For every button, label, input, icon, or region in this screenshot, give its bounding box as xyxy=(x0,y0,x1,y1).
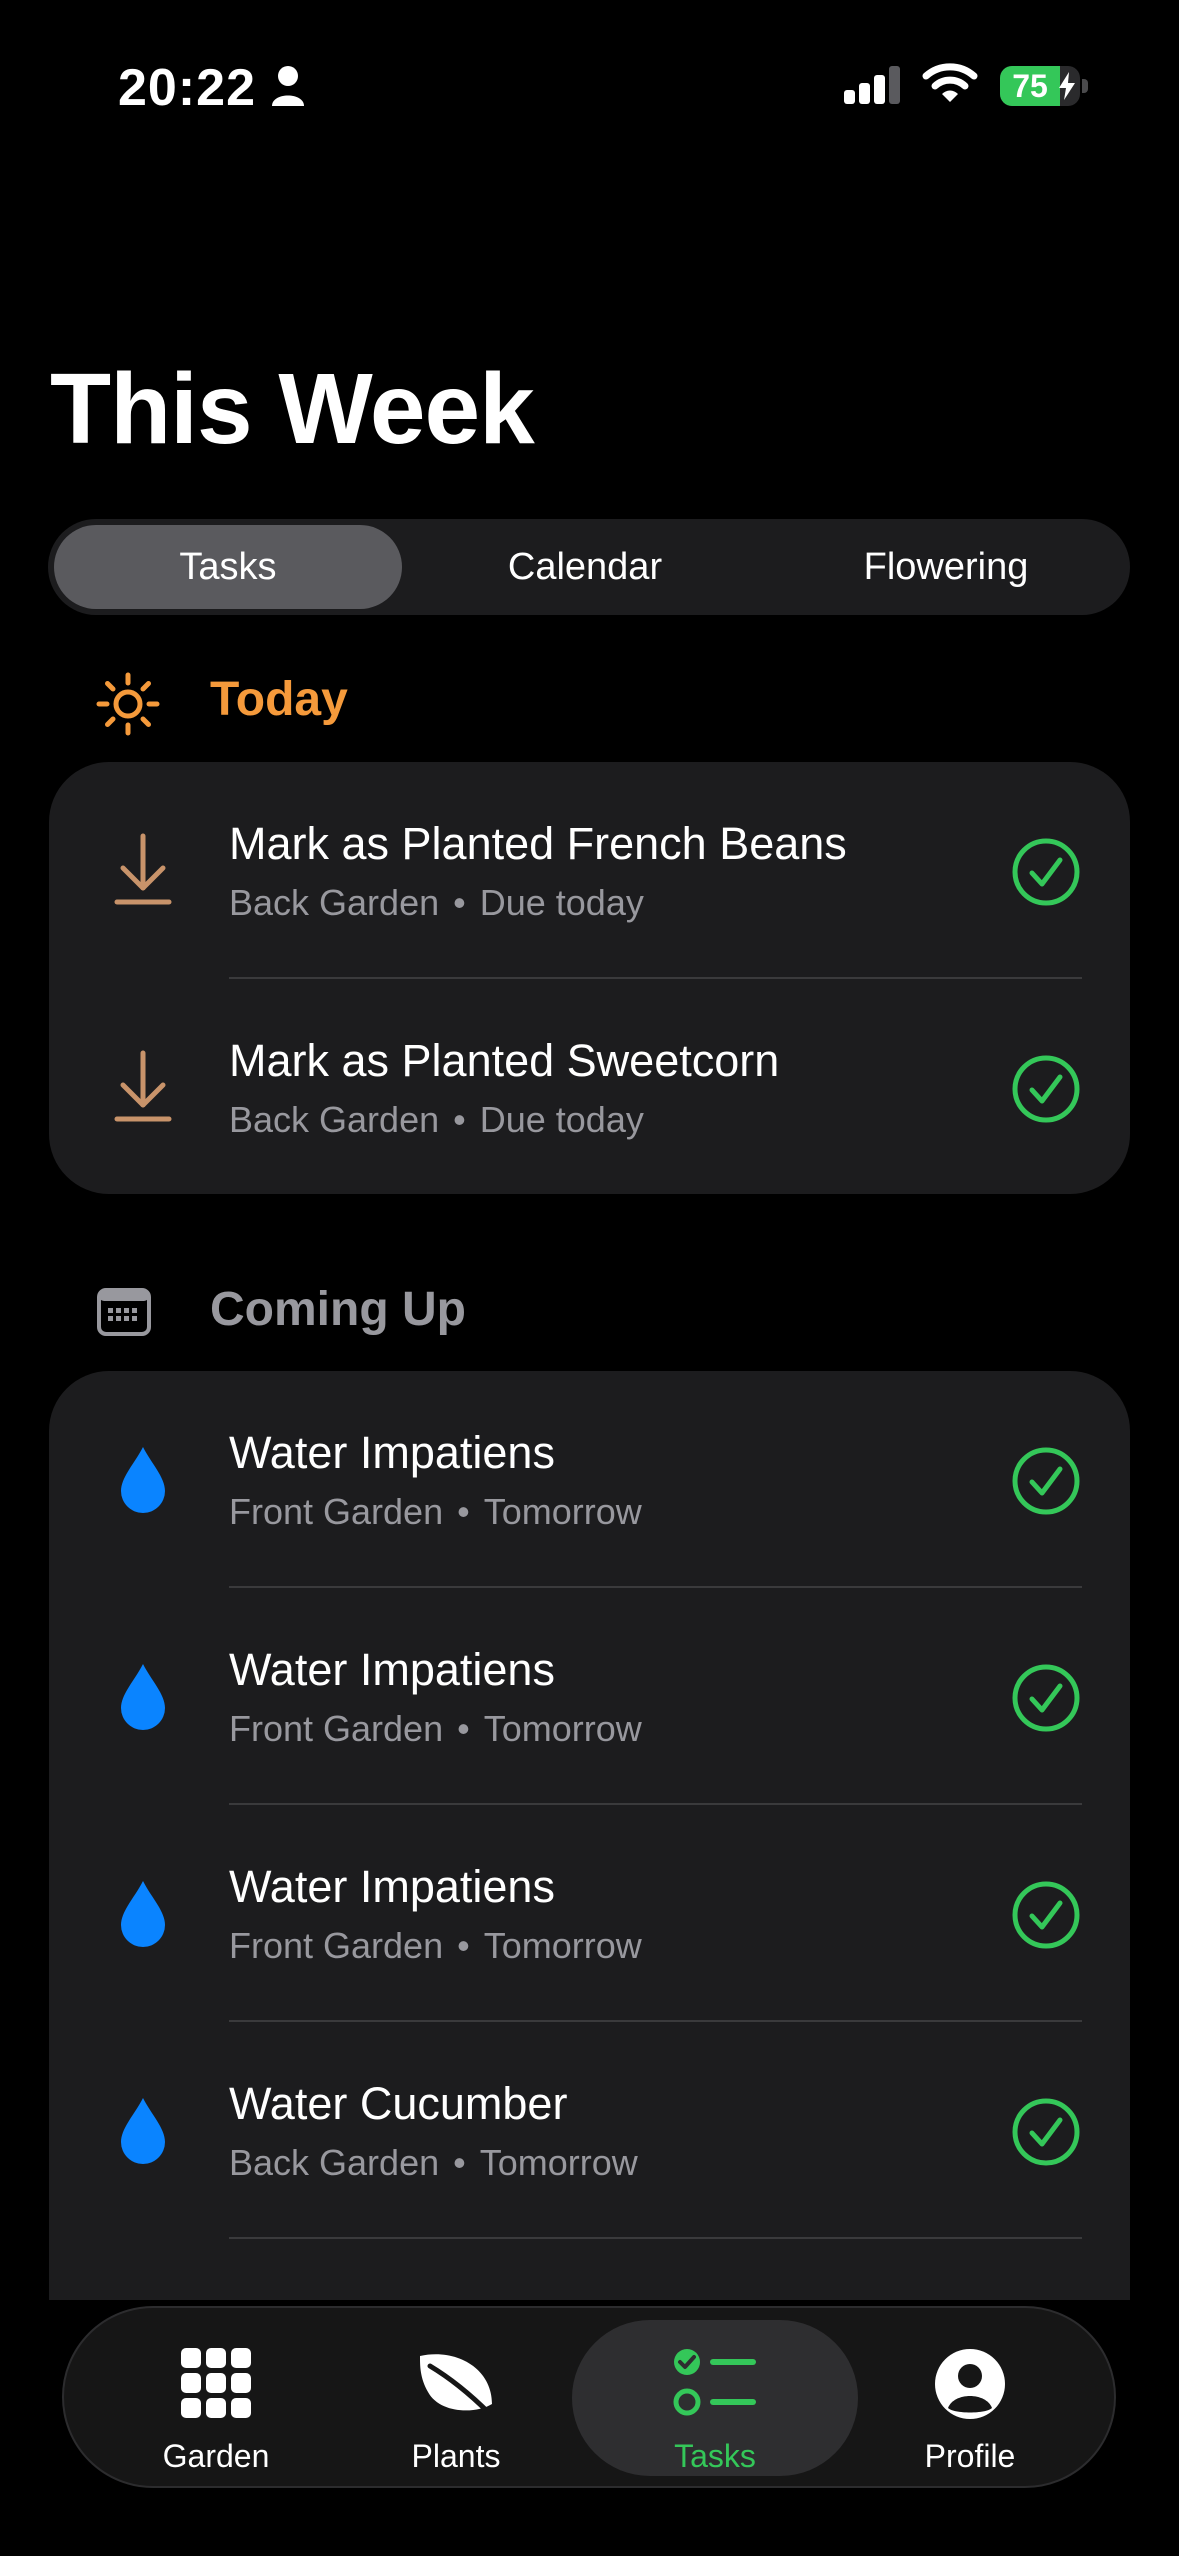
task-due: Tomorrow xyxy=(483,1491,642,1532)
task-title: Water Impatiens xyxy=(229,1427,555,1478)
tab-label: Profile xyxy=(924,2438,1016,2474)
status-bar: 20:22 75 xyxy=(0,0,1179,170)
tab-label: Tasks xyxy=(674,2438,756,2474)
tab-profile[interactable]: Profile xyxy=(850,2320,1090,2476)
segment-calendar[interactable]: Calendar xyxy=(408,525,762,609)
task-location: Back Garden xyxy=(229,882,440,923)
task-title: Water Impatiens xyxy=(229,1861,555,1912)
task-subtitle: Back Garden • Tomorrow xyxy=(229,2142,638,2184)
complete-check-button[interactable] xyxy=(1012,1055,1080,1123)
task-row[interactable]: Water Impatiens Front Garden • Tomorrow xyxy=(49,1805,1130,2022)
task-row[interactable]: Mark as Planted French Beans Back Garden… xyxy=(49,762,1130,979)
battery-percent: 75 xyxy=(1012,68,1048,104)
section-title-coming-up: Coming Up xyxy=(210,1283,466,1336)
separator-dot: • xyxy=(457,1708,470,1749)
wifi-icon xyxy=(922,63,978,102)
task-title: Water Impatiens xyxy=(229,1644,555,1695)
task-location: Front Garden xyxy=(229,1708,444,1749)
task-subtitle: Front Garden • Tomorrow xyxy=(229,1925,642,1967)
task-row[interactable]: Water Cucumber Back Garden • Tomorrow xyxy=(49,2022,1130,2239)
separator-dot: • xyxy=(457,1925,470,1966)
today-tasks-card: Mark as Planted French Beans Back Garden… xyxy=(49,762,1130,1194)
separator-dot: • xyxy=(453,1099,466,1140)
tab-tasks[interactable]: Tasks xyxy=(572,2320,858,2476)
complete-check-button[interactable] xyxy=(1012,1447,1080,1515)
task-due: Due today xyxy=(479,882,644,923)
task-due: Tomorrow xyxy=(483,1925,642,1966)
water-drop-icon xyxy=(121,1664,165,1730)
tab-label: Garden xyxy=(162,2438,270,2474)
bolt-icon xyxy=(1059,72,1075,100)
task-due: Tomorrow xyxy=(483,1708,642,1749)
tab-bar: Garden Plants Tasks Profile xyxy=(62,2306,1116,2488)
task-title: Mark as Planted Sweetcorn xyxy=(229,1035,780,1086)
task-row[interactable]: Water Impatiens Front Garden • Tomorrow xyxy=(49,1588,1130,1805)
task-subtitle: Front Garden • Tomorrow xyxy=(229,1491,642,1533)
grid-icon xyxy=(181,2348,251,2418)
tab-garden[interactable]: Garden xyxy=(96,2320,336,2476)
person-icon xyxy=(272,66,304,106)
task-title: Water Cucumber xyxy=(229,2078,568,2129)
task-location: Front Garden xyxy=(229,1491,444,1532)
separator-dot: • xyxy=(453,2142,466,2183)
complete-check-button[interactable] xyxy=(1012,1881,1080,1949)
planted-arrow-icon xyxy=(114,833,172,905)
tab-plants[interactable]: Plants xyxy=(336,2320,576,2476)
battery-tip xyxy=(1082,79,1088,93)
task-subtitle: Front Garden • Tomorrow xyxy=(229,1708,642,1750)
task-row[interactable]: Water Impatiens Front Garden • Tomorrow xyxy=(49,1371,1130,1588)
page-title: This Week xyxy=(50,353,535,465)
section-title-today: Today xyxy=(210,673,348,726)
task-subtitle: Back Garden • Due today xyxy=(229,882,644,924)
battery-charging-icon: 75 xyxy=(1000,66,1080,106)
task-location: Back Garden xyxy=(229,1099,440,1140)
water-drop-icon xyxy=(121,1447,165,1513)
water-drop-icon xyxy=(121,1881,165,1947)
coming-up-tasks-card: Water Impatiens Front Garden • Tomorrow Wa… xyxy=(49,1371,1130,2371)
cellular-signal-icon xyxy=(844,66,900,104)
complete-check-button[interactable] xyxy=(1012,838,1080,906)
complete-check-button[interactable] xyxy=(1012,1664,1080,1732)
checklist-icon xyxy=(673,2349,756,2416)
task-due: Tomorrow xyxy=(479,2142,638,2183)
task-title: Mark as Planted French Beans xyxy=(229,818,847,869)
status-time: 20:22 xyxy=(118,59,256,117)
task-location: Back Garden xyxy=(229,2142,440,2183)
leaf-icon xyxy=(420,2354,493,2417)
task-subtitle: Back Garden • Due today xyxy=(229,1099,644,1141)
separator-dot: • xyxy=(457,1491,470,1532)
complete-check-button[interactable] xyxy=(1012,2098,1080,2166)
sun-icon xyxy=(96,672,160,736)
task-due: Due today xyxy=(479,1099,644,1140)
segment-flowering[interactable]: Flowering xyxy=(768,525,1124,609)
row-divider xyxy=(229,2237,1082,2239)
profile-icon xyxy=(935,2349,1005,2419)
separator-dot: • xyxy=(453,882,466,923)
water-drop-icon xyxy=(121,2098,165,2164)
calendar-icon xyxy=(97,1288,151,1336)
task-row[interactable]: Mark as Planted Sweetcorn Back Garden • Du… xyxy=(49,979,1130,1194)
segment-tasks[interactable]: Tasks xyxy=(54,525,402,609)
tab-label: Plants xyxy=(411,2438,501,2474)
task-location: Front Garden xyxy=(229,1925,444,1966)
view-segmented-control: Tasks Calendar Flowering xyxy=(48,519,1130,615)
planted-arrow-icon xyxy=(114,1050,172,1122)
